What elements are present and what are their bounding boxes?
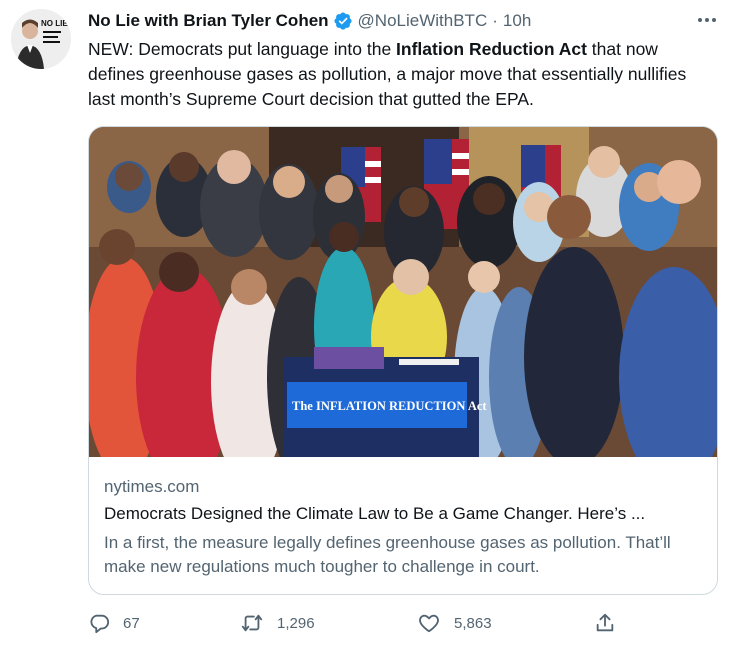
tweet[interactable]: NO LIE No Lie with Brian Tyler Cohen @No…	[0, 0, 734, 645]
inflation-reduction-act-sign: The INFLATION REDUCTION Act	[287, 382, 487, 428]
tweet-actions: 67 1,296 5,863	[88, 610, 628, 636]
more-options-icon[interactable]	[696, 10, 718, 30]
avatar-logo-text: NO LIE	[41, 19, 68, 28]
card-image[interactable]: The INFLATION REDUCTION Act	[89, 127, 717, 457]
share-button[interactable]	[594, 610, 629, 636]
avatar-image: NO LIE	[11, 9, 71, 69]
like-icon	[419, 614, 439, 633]
retweet-count: 1,296	[277, 614, 315, 632]
avatar[interactable]: NO LIE	[11, 9, 71, 69]
card-description: In a first, the measure legally defines …	[104, 533, 671, 576]
sign-text: The INFLATION REDUCTION Act	[292, 399, 487, 413]
tweet-timestamp[interactable]: 10h	[503, 11, 531, 31]
card-domain: nytimes.com	[104, 477, 200, 496]
tweet-text: NEW: Democrats put language into the Inf…	[88, 37, 716, 112]
card-photo: The INFLATION REDUCTION Act	[89, 127, 717, 457]
retweet-icon	[241, 614, 263, 632]
share-icon	[596, 613, 614, 632]
reply-button[interactable]: 67	[88, 610, 140, 636]
header-separator: ·	[492, 11, 498, 30]
tweet-text-bold: Inflation Reduction Act	[396, 39, 587, 59]
retweet-button[interactable]: 1,296	[240, 610, 315, 636]
reply-count: 67	[123, 614, 140, 632]
tweet-text-intro: NEW: Democrats put language into the	[88, 39, 397, 59]
verified-badge-icon	[333, 11, 353, 31]
card-title[interactable]: Democrats Designed the Climate Law to Be…	[104, 504, 704, 524]
author-name[interactable]: No Lie with Brian Tyler Cohen	[88, 11, 329, 31]
author-handle[interactable]: @NoLieWithBTC	[358, 11, 488, 31]
link-card[interactable]: The INFLATION REDUCTION Act nytimes.com …	[88, 126, 718, 595]
tweet-header: No Lie with Brian Tyler Cohen @NoLieWith…	[88, 10, 531, 32]
pen-box	[314, 347, 384, 369]
like-button[interactable]: 5,863	[417, 610, 492, 636]
like-count: 5,863	[454, 614, 492, 632]
reply-icon	[90, 614, 110, 634]
